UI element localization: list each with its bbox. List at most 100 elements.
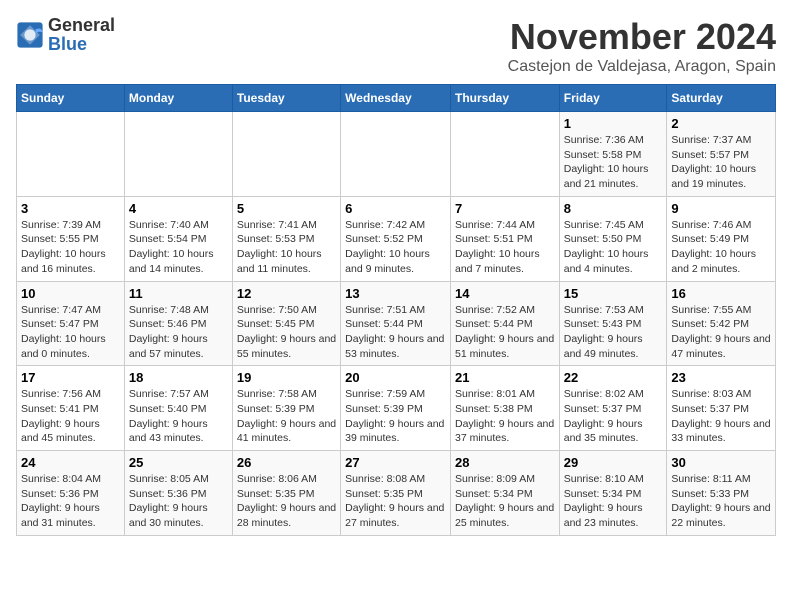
calendar-cell: 8 Sunrise: 7:45 AM Sunset: 5:50 PM Daylig… [559,196,667,281]
calendar-cell: 28Sunrise: 8:09 AM Sunset: 5:34 PM Dayli… [450,451,559,536]
day-info: Sunrise: 7:59 AM Sunset: 5:39 PM Dayligh… [345,387,446,446]
calendar-cell [17,112,125,197]
day-number: 26 [237,455,336,470]
calendar-cell [341,112,451,197]
day-info: Sunrise: 7:50 AM Sunset: 5:45 PM Dayligh… [237,303,336,362]
day-number: 2 [671,116,771,131]
day-info: Sunrise: 7:52 AM Sunset: 5:44 PM Dayligh… [455,303,555,362]
calendar-week-4: 17 Sunrise: 7:56 AM Sunset: 5:41 PM Dayli… [17,366,776,451]
day-number: 15 [564,286,663,301]
calendar-cell: 7 Sunrise: 7:44 AM Sunset: 5:51 PM Daylig… [450,196,559,281]
day-number: 13 [345,286,446,301]
day-info: Sunrise: 8:08 AM Sunset: 5:35 PM Dayligh… [345,472,446,531]
calendar-cell: 11 Sunrise: 7:48 AM Sunset: 5:46 PM Dayli… [124,281,232,366]
calendar-cell [232,112,340,197]
day-info: Sunrise: 7:36 AM Sunset: 5:58 PM Dayligh… [564,133,663,192]
calendar-cell: 25 Sunrise: 8:05 AM Sunset: 5:36 PM Dayli… [124,451,232,536]
calendar-cell: 3Sunrise: 7:39 AM Sunset: 5:55 PM Daylig… [17,196,125,281]
day-number: 23 [671,370,771,385]
day-info: Sunrise: 7:45 AM Sunset: 5:50 PM Dayligh… [564,218,663,277]
day-info: Sunrise: 7:41 AM Sunset: 5:53 PM Dayligh… [237,218,336,277]
calendar-cell: 14 Sunrise: 7:52 AM Sunset: 5:44 PM Dayli… [450,281,559,366]
day-number: 30 [671,455,771,470]
logo-blue: Blue [48,34,87,54]
calendar-cell: 5 Sunrise: 7:41 AM Sunset: 5:53 PM Daylig… [232,196,340,281]
calendar-cell: 19 Sunrise: 7:58 AM Sunset: 5:39 PM Dayli… [232,366,340,451]
day-number: 6 [345,201,446,216]
day-info: Sunrise: 7:48 AM Sunset: 5:46 PM Dayligh… [129,303,228,362]
day-number: 14 [455,286,555,301]
page-header: General Blue November 2024 Castejon de V… [16,16,776,76]
calendar-cell: 26 Sunrise: 8:06 AM Sunset: 5:35 PM Dayli… [232,451,340,536]
month-title: November 2024 [508,16,776,58]
day-info: Sunrise: 7:53 AM Sunset: 5:43 PM Dayligh… [564,303,663,362]
calendar-cell: 10Sunrise: 7:47 AM Sunset: 5:47 PM Dayli… [17,281,125,366]
day-info: Sunrise: 8:10 AM Sunset: 5:34 PM Dayligh… [564,472,663,531]
header-row: Sunday Monday Tuesday Wednesday Thursday… [17,85,776,112]
day-number: 7 [455,201,555,216]
calendar-week-5: 24 Sunrise: 8:04 AM Sunset: 5:36 PM Dayli… [17,451,776,536]
calendar-cell: 22Sunrise: 8:02 AM Sunset: 5:37 PM Dayli… [559,366,667,451]
day-info: Sunrise: 7:40 AM Sunset: 5:54 PM Dayligh… [129,218,228,277]
day-number: 29 [564,455,663,470]
calendar-week-2: 3Sunrise: 7:39 AM Sunset: 5:55 PM Daylig… [17,196,776,281]
day-info: Sunrise: 8:09 AM Sunset: 5:34 PM Dayligh… [455,472,555,531]
day-info: Sunrise: 8:03 AM Sunset: 5:37 PM Dayligh… [671,387,771,446]
day-number: 11 [129,286,228,301]
day-info: Sunrise: 7:47 AM Sunset: 5:47 PM Dayligh… [21,303,120,362]
day-number: 17 [21,370,120,385]
calendar-cell: 4Sunrise: 7:40 AM Sunset: 5:54 PM Daylig… [124,196,232,281]
day-info: Sunrise: 8:06 AM Sunset: 5:35 PM Dayligh… [237,472,336,531]
day-info: Sunrise: 8:05 AM Sunset: 5:36 PM Dayligh… [129,472,228,531]
logo-icon [16,21,44,49]
day-info: Sunrise: 7:58 AM Sunset: 5:39 PM Dayligh… [237,387,336,446]
calendar-cell: 2Sunrise: 7:37 AM Sunset: 5:57 PM Daylig… [667,112,776,197]
logo-text: General Blue [48,16,115,54]
col-saturday: Saturday [667,85,776,112]
calendar-cell: 16Sunrise: 7:55 AM Sunset: 5:42 PM Dayli… [667,281,776,366]
day-info: Sunrise: 7:46 AM Sunset: 5:49 PM Dayligh… [671,218,771,277]
day-number: 25 [129,455,228,470]
day-number: 20 [345,370,446,385]
day-number: 3 [21,201,120,216]
col-tuesday: Tuesday [232,85,340,112]
col-sunday: Sunday [17,85,125,112]
calendar-cell: 21Sunrise: 8:01 AM Sunset: 5:38 PM Dayli… [450,366,559,451]
day-info: Sunrise: 7:55 AM Sunset: 5:42 PM Dayligh… [671,303,771,362]
day-info: Sunrise: 8:01 AM Sunset: 5:38 PM Dayligh… [455,387,555,446]
day-number: 5 [237,201,336,216]
day-number: 8 [564,201,663,216]
day-info: Sunrise: 7:56 AM Sunset: 5:41 PM Dayligh… [21,387,120,446]
day-number: 19 [237,370,336,385]
col-thursday: Thursday [450,85,559,112]
day-number: 22 [564,370,663,385]
calendar-cell: 29 Sunrise: 8:10 AM Sunset: 5:34 PM Dayli… [559,451,667,536]
calendar-cell: 27Sunrise: 8:08 AM Sunset: 5:35 PM Dayli… [341,451,451,536]
calendar-cell: 23 Sunrise: 8:03 AM Sunset: 5:37 PM Dayli… [667,366,776,451]
day-number: 24 [21,455,120,470]
day-number: 1 [564,116,663,131]
calendar-week-3: 10Sunrise: 7:47 AM Sunset: 5:47 PM Dayli… [17,281,776,366]
day-info: Sunrise: 7:57 AM Sunset: 5:40 PM Dayligh… [129,387,228,446]
location-title: Castejon de Valdejasa, Aragon, Spain [508,58,776,76]
calendar-cell [450,112,559,197]
day-number: 12 [237,286,336,301]
calendar-week-1: 1 Sunrise: 7:36 AM Sunset: 5:58 PM Daylig… [17,112,776,197]
day-info: Sunrise: 7:42 AM Sunset: 5:52 PM Dayligh… [345,218,446,277]
calendar-cell: 15 Sunrise: 7:53 AM Sunset: 5:43 PM Dayli… [559,281,667,366]
calendar-cell: 17 Sunrise: 7:56 AM Sunset: 5:41 PM Dayli… [17,366,125,451]
day-info: Sunrise: 8:04 AM Sunset: 5:36 PM Dayligh… [21,472,120,531]
day-info: Sunrise: 7:51 AM Sunset: 5:44 PM Dayligh… [345,303,446,362]
col-wednesday: Wednesday [341,85,451,112]
calendar-cell: 9Sunrise: 7:46 AM Sunset: 5:49 PM Daylig… [667,196,776,281]
calendar-cell: 18 Sunrise: 7:57 AM Sunset: 5:40 PM Dayli… [124,366,232,451]
calendar-cell: 6 Sunrise: 7:42 AM Sunset: 5:52 PM Daylig… [341,196,451,281]
calendar-cell: 20 Sunrise: 7:59 AM Sunset: 5:39 PM Dayli… [341,366,451,451]
calendar-cell: 12 Sunrise: 7:50 AM Sunset: 5:45 PM Dayli… [232,281,340,366]
col-friday: Friday [559,85,667,112]
calendar-cell: 30Sunrise: 8:11 AM Sunset: 5:33 PM Dayli… [667,451,776,536]
calendar-cell: 24 Sunrise: 8:04 AM Sunset: 5:36 PM Dayli… [17,451,125,536]
day-number: 18 [129,370,228,385]
calendar-cell: 1 Sunrise: 7:36 AM Sunset: 5:58 PM Daylig… [559,112,667,197]
day-info: Sunrise: 7:44 AM Sunset: 5:51 PM Dayligh… [455,218,555,277]
